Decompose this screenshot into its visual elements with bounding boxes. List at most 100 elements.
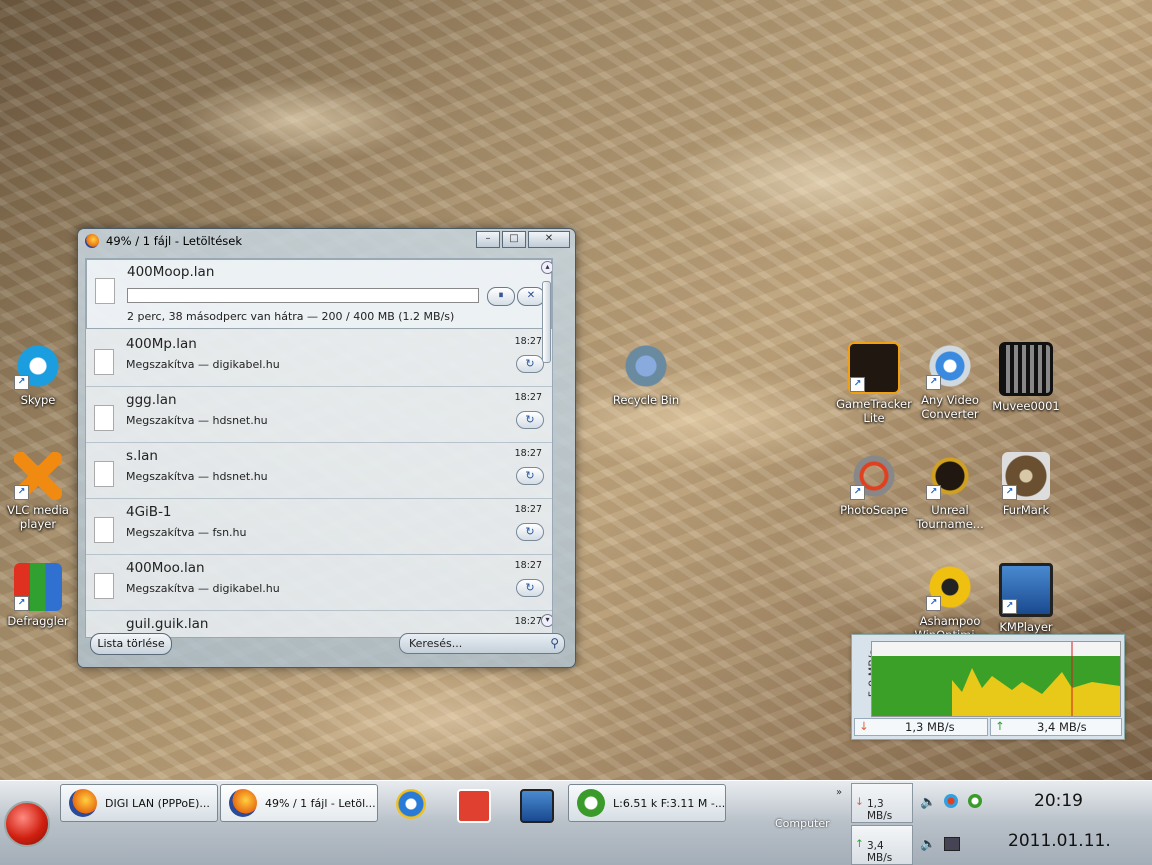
download-speed-stat: ↓ 1,3 MB/s xyxy=(854,718,988,736)
tray-download-speed: ↓ 1,3 MB/s xyxy=(851,783,913,823)
network-graph xyxy=(871,641,1121,717)
download-item[interactable]: ggg.lan Megszakítva — hdsnet.hu 18:27 ↻ xyxy=(86,387,552,443)
downloads-window: 49% / 1 fájl - Letöltések – □ ✕ 400Moop.… xyxy=(77,228,576,668)
taskbar-button-label: DIGI LAN (PPPoE)... xyxy=(105,797,210,810)
volume-muted-icon[interactable]: 🔈 xyxy=(920,837,936,852)
volume-icon[interactable]: 🔈 xyxy=(920,795,936,810)
photoscape-quicklaunch-icon[interactable] xyxy=(457,789,491,823)
desktop-icon-label: Skype xyxy=(20,393,56,407)
shortcut-arrow-icon: ↗ xyxy=(1002,599,1017,614)
desktop-icon-label: FurMark xyxy=(1002,503,1050,517)
recycle-bin-icon xyxy=(622,342,670,390)
scrollbar[interactable]: ▴ ▾ xyxy=(539,259,552,637)
download-item-active[interactable]: 400Moop.lan ⏸ ✕ 2 perc, 38 másodperc van… xyxy=(86,259,552,329)
start-button[interactable] xyxy=(4,801,50,847)
desktop-icon-kmplayer[interactable]: ↗ KMPlayer xyxy=(988,563,1064,634)
furmark-icon: ↗ xyxy=(1002,452,1050,500)
download-name: s.lan xyxy=(126,448,158,464)
download-speed: 1,3 MB/s xyxy=(905,720,955,734)
utorrent-icon xyxy=(577,789,605,817)
download-progress-bar xyxy=(127,288,479,303)
tray-upload-speed: ↑ 3,4 MB/s xyxy=(851,825,913,865)
window-title: 49% / 1 fájl - Letöltések xyxy=(106,234,242,248)
firefox-icon xyxy=(229,789,257,817)
computer-toolbar-label[interactable]: Computer xyxy=(775,817,830,830)
download-name: 4GiB-1 xyxy=(126,504,172,520)
desktop-icon-recycle-bin[interactable]: Recycle Bin xyxy=(608,342,684,407)
up-arrow-icon: ↑ xyxy=(855,838,864,850)
download-name: guil.guik.lan xyxy=(126,616,209,632)
toolbar-overflow-icon[interactable]: » xyxy=(836,787,842,798)
desktop-icon-photoscape[interactable]: ↗ PhotoScape xyxy=(836,452,912,517)
internet-explorer-icon[interactable] xyxy=(396,789,426,819)
shortcut-arrow-icon: ↗ xyxy=(850,485,865,500)
desktop-icon-muvee[interactable]: Muvee0001 xyxy=(988,342,1064,413)
search-icon[interactable]: ⚲ xyxy=(550,636,559,650)
desktop-icon-defraggler[interactable]: ↗ Defraggler xyxy=(0,563,76,628)
desktop-icon-label: Unreal Tourname... xyxy=(916,503,984,531)
vlc-cone-icon: ↗ xyxy=(14,452,62,500)
download-time: 18:27 xyxy=(514,336,542,347)
search-input[interactable]: Keresés... ⚲ xyxy=(399,633,565,654)
file-icon xyxy=(94,573,114,599)
download-item[interactable]: 400Moo.lan Megszakítva — digikabel.hu 18… xyxy=(86,555,552,611)
taskbar-button-firefox-2[interactable]: 49% / 1 fájl - Letöl... xyxy=(220,784,378,822)
clock-date[interactable]: 2011.01.11. xyxy=(1008,831,1111,851)
file-icon xyxy=(94,461,114,487)
defraggler-cube-icon: ↗ xyxy=(14,563,62,611)
kmplayer-quicklaunch-icon[interactable] xyxy=(520,789,554,823)
window-titlebar[interactable]: 49% / 1 fájl - Letöltések – □ ✕ xyxy=(78,229,575,253)
film-strip-icon xyxy=(999,342,1053,396)
shortcut-arrow-icon: ↗ xyxy=(926,375,941,390)
scroll-down-button[interactable]: ▾ xyxy=(541,614,552,627)
firefox-icon xyxy=(69,789,97,817)
minimize-button[interactable]: – xyxy=(476,231,500,248)
download-status: 2 perc, 38 másodperc van hátra — 200 / 4… xyxy=(127,310,455,323)
utorrent-tray-icon[interactable] xyxy=(968,794,982,808)
desktop-icon-label: KMPlayer xyxy=(999,620,1053,634)
download-status: Megszakítva — fsn.hu xyxy=(126,526,247,539)
desktop-icon-any-video-converter[interactable]: ↗ Any Video Converter xyxy=(912,342,988,421)
download-status: Megszakítva — hdsnet.hu xyxy=(126,414,268,427)
kmplayer-monitor-icon: ↗ xyxy=(999,563,1053,617)
up-arrow-icon: ↑ xyxy=(995,719,1005,733)
network-meter-gadget: 5,9 MB/s ↓ 1,3 MB/s ↑ 3,4 MB/s xyxy=(851,634,1125,740)
download-item[interactable]: s.lan Megszakítva — hdsnet.hu 18:27 ↻ xyxy=(86,443,552,499)
close-button[interactable]: ✕ xyxy=(528,231,570,248)
desktop-icon-vlc[interactable]: ↗ VLC media player xyxy=(0,452,76,531)
down-arrow-icon: ↓ xyxy=(855,796,864,808)
clock-time[interactable]: 20:19 xyxy=(1034,791,1083,811)
desktop-icon-label: Muvee0001 xyxy=(992,399,1060,413)
desktop-icon-label: Recycle Bin xyxy=(612,393,680,407)
shortcut-arrow-icon: ↗ xyxy=(926,596,941,611)
desktop-icon-ashampoo[interactable]: ↗ Ashampoo WinOptimi... xyxy=(912,563,988,642)
desktop-icon-furmark[interactable]: ↗ FurMark xyxy=(988,452,1064,517)
desktop-icon-gametracker[interactable]: ↗ GameTracker Lite xyxy=(836,342,912,425)
taskbar-button-firefox-1[interactable]: DIGI LAN (PPPoE)... xyxy=(60,784,218,822)
unreal-logo-icon: ↗ xyxy=(926,452,974,500)
taskbar: DIGI LAN (PPPoE)... 49% / 1 fájl - Letöl… xyxy=(0,780,1152,865)
network-tray-icon[interactable] xyxy=(944,794,958,808)
down-arrow-icon: ↓ xyxy=(859,719,869,733)
taskbar-button-label: L:6.51 k F:3.11 M -... xyxy=(613,797,726,810)
clear-list-button[interactable]: Lista törlése xyxy=(90,633,172,655)
scroll-up-button[interactable]: ▴ xyxy=(541,261,552,274)
shortcut-arrow-icon: ↗ xyxy=(1002,485,1017,500)
desktop-icon-label: Any Video Converter xyxy=(921,393,979,421)
shortcut-arrow-icon: ↗ xyxy=(14,596,29,611)
download-item[interactable]: 400Mp.lan Megszakítva — digikabel.hu 18:… xyxy=(86,331,552,387)
maximize-button[interactable]: □ xyxy=(502,231,526,248)
shortcut-arrow-icon: ↗ xyxy=(14,375,29,390)
desktop-icon-unreal-tournament[interactable]: ↗ Unreal Tourname... xyxy=(912,452,988,531)
scroll-thumb[interactable] xyxy=(542,281,551,363)
taskbar-button-label: 49% / 1 fájl - Letöl... xyxy=(265,797,376,810)
ashampoo-gear-icon: ↗ xyxy=(926,563,974,611)
taskbar-button-utorrent[interactable]: L:6.51 k F:3.11 M -... xyxy=(568,784,726,822)
search-placeholder: Keresés... xyxy=(409,637,463,650)
desktop-icon-skype[interactable]: ↗ Skype xyxy=(0,342,76,407)
upload-speed: 3,4 MB/s xyxy=(1037,720,1087,734)
download-item[interactable]: 4GiB-1 Megszakítva — fsn.hu 18:27 ↻ xyxy=(86,499,552,555)
pause-button[interactable]: ⏸ xyxy=(487,287,515,306)
monitor-tray-icon[interactable] xyxy=(944,837,960,851)
any-video-converter-icon: ↗ xyxy=(926,342,974,390)
